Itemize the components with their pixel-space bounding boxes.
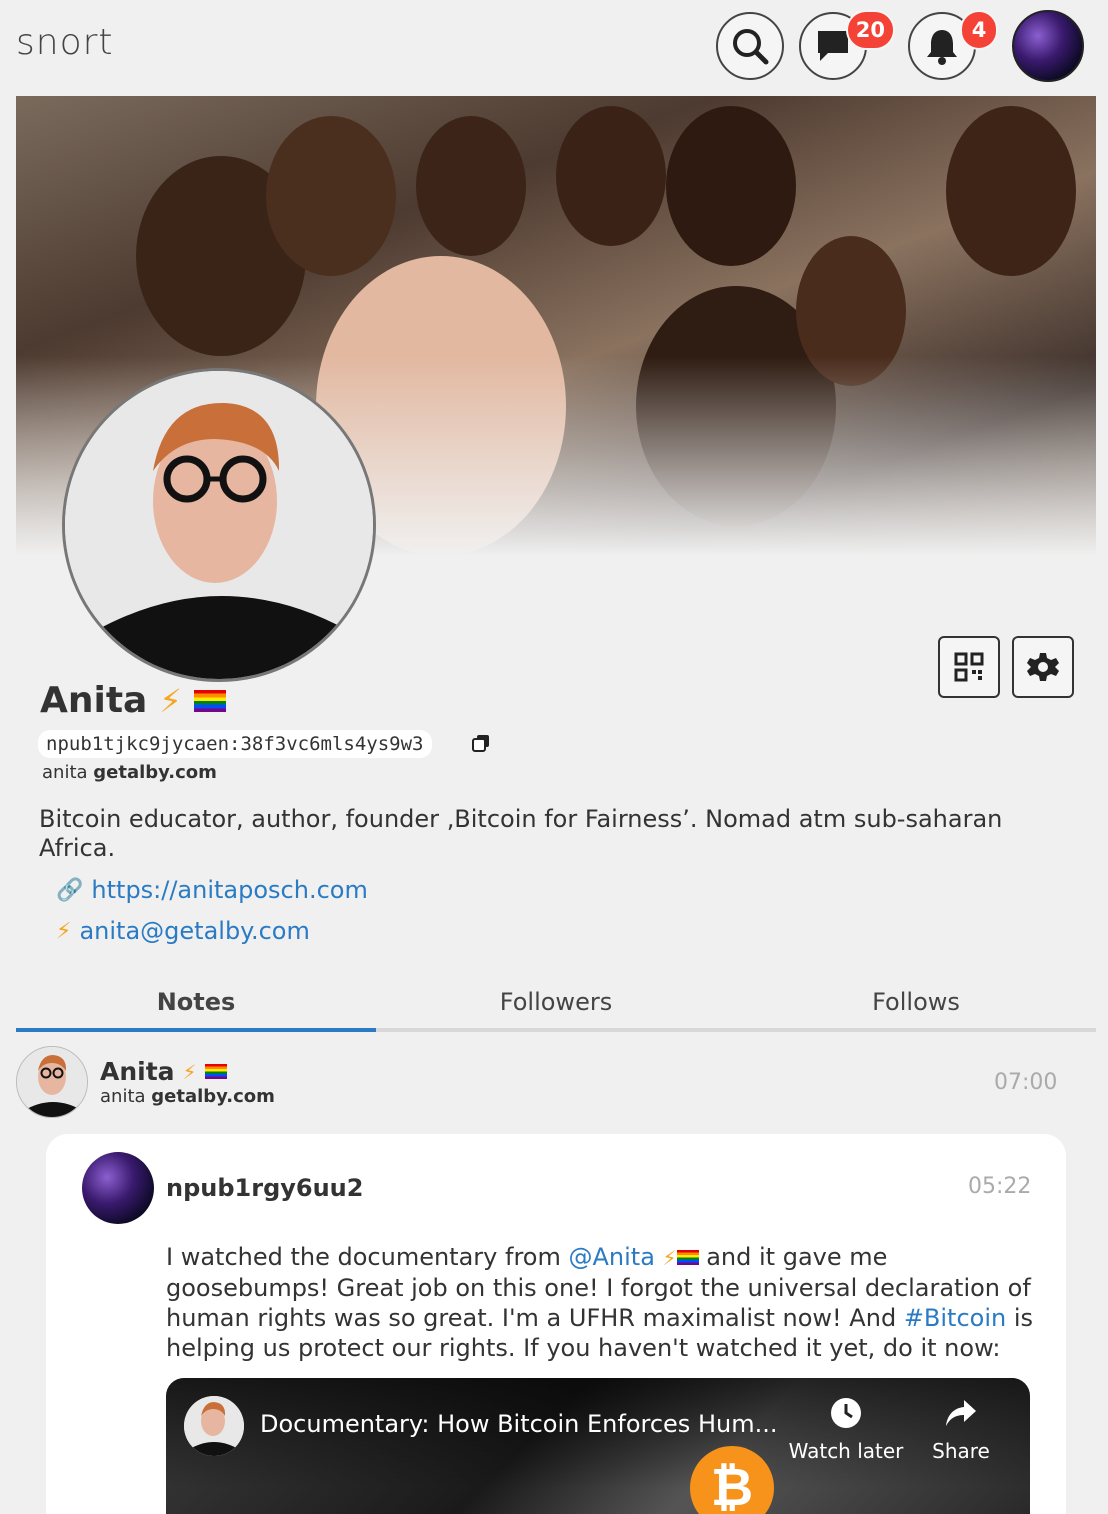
share-button[interactable]: Share: [918, 1396, 1004, 1463]
profile-name: Anita ⚡: [40, 680, 226, 721]
qr-code-icon: [954, 652, 984, 682]
note-author-photo: [17, 1047, 87, 1117]
tab-followers[interactable]: Followers: [376, 978, 736, 1028]
notifications-button[interactable]: 4: [908, 10, 998, 80]
tab-follows[interactable]: Follows: [736, 978, 1096, 1028]
rainbow-flag-icon: [676, 1250, 699, 1265]
quoted-text-part: I watched the documentary from: [166, 1243, 569, 1271]
note-timestamp[interactable]: 07:00: [994, 1070, 1057, 1095]
watch-later-button[interactable]: Watch later: [786, 1396, 906, 1463]
website-row: 🔗 https://anitaposch.com: [56, 876, 368, 904]
search-icon: [733, 29, 769, 65]
hashtag-link[interactable]: #Bitcoin: [904, 1304, 1006, 1332]
search-button[interactable]: [716, 12, 784, 80]
note-author-nip05: anita getalby.com: [100, 1086, 275, 1107]
lightning-icon: ⚡: [159, 681, 182, 720]
lightning-address-row: ⚡ anita@getalby.com: [56, 917, 310, 945]
messages-button[interactable]: 20: [799, 10, 895, 80]
nip05-identifier: anita getalby.com: [42, 762, 217, 783]
profile-avatar[interactable]: [62, 368, 376, 682]
profile-photo: [65, 371, 373, 679]
watch-later-label: Watch later: [788, 1439, 904, 1463]
quoted-author-avatar[interactable]: [82, 1152, 154, 1224]
tab-notes[interactable]: Notes: [16, 978, 376, 1032]
qr-code-button[interactable]: [938, 636, 1000, 698]
youtube-embed[interactable]: Documentary: How Bitcoin Enforces Hum...…: [166, 1378, 1030, 1514]
clock-icon: [831, 1398, 861, 1428]
mention-link[interactable]: @Anita: [568, 1243, 654, 1271]
note-author-name-text: Anita: [100, 1057, 175, 1086]
video-channel-photo: [184, 1396, 244, 1456]
lightning-icon: ⚡: [182, 1059, 197, 1084]
lightning-icon: ⚡: [56, 918, 72, 944]
website-link[interactable]: https://anitaposch.com: [91, 876, 367, 904]
profile-about: Bitcoin educator, author, founder ‚Bitco…: [39, 805, 1003, 862]
video-title[interactable]: Documentary: How Bitcoin Enforces Hum...: [260, 1410, 780, 1438]
share-arrow-icon: [946, 1400, 976, 1426]
profile-tabs: Notes Followers Follows: [16, 978, 1096, 1032]
notifications-badge: 4: [960, 10, 998, 50]
lightning-icon: ⚡: [662, 1246, 677, 1270]
nip05-user: anita: [100, 1086, 146, 1107]
copy-icon[interactable]: [472, 734, 490, 752]
rainbow-flag-icon: [204, 1064, 227, 1079]
rainbow-flag-icon: [193, 689, 226, 712]
note-author-name[interactable]: Anita ⚡: [100, 1057, 227, 1086]
link-icon: 🔗: [56, 877, 84, 903]
app-logo[interactable]: snort: [16, 22, 114, 63]
nip05-domain: getalby.com: [93, 762, 217, 783]
my-avatar[interactable]: [1012, 10, 1084, 82]
profile-name-text: Anita: [40, 680, 148, 721]
share-label: Share: [932, 1439, 990, 1463]
quoted-author-name[interactable]: npub1rgy6uu2: [166, 1174, 363, 1202]
nip05-domain: getalby.com: [151, 1086, 275, 1107]
video-channel-avatar[interactable]: [184, 1396, 244, 1456]
npub-text: npub1tjkc9jycaen:38f3vc6mls4ys9w3: [38, 730, 432, 758]
messages-badge: 20: [845, 10, 895, 50]
quoted-note-text: I watched the documentary from @Anita ⚡ …: [166, 1242, 1036, 1363]
bell-icon: [927, 30, 957, 65]
quoted-timestamp[interactable]: 05:22: [968, 1174, 1031, 1199]
note-author-avatar[interactable]: [16, 1046, 88, 1118]
top-bar: snort 20 4: [0, 0, 1108, 92]
gear-icon: [1027, 653, 1059, 681]
quoted-note-card[interactable]: npub1rgy6uu2 05:22 I watched the documen…: [46, 1134, 1066, 1514]
settings-button[interactable]: [1012, 636, 1074, 698]
lightning-address-link[interactable]: anita@getalby.com: [79, 917, 309, 945]
nip05-user: anita: [42, 762, 88, 783]
